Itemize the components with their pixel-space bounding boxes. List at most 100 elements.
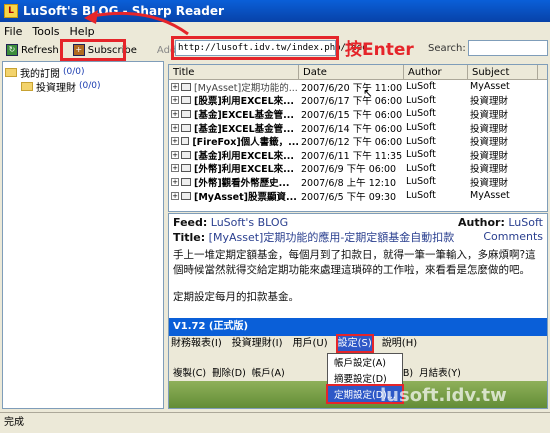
article-paragraph: 定期設定每月的扣款基金。 xyxy=(173,291,299,303)
col-title[interactable]: Title xyxy=(169,65,299,79)
expand-icon[interactable]: + xyxy=(171,82,179,91)
folder-icon xyxy=(21,81,33,91)
expand-icon[interactable]: + xyxy=(171,96,179,105)
table-row[interactable]: + [FireFox]個人書籤，... 2007/6/12 下午 06:00 LuSo… xyxy=(169,134,547,148)
embed-tool: 複製(C) xyxy=(173,368,207,379)
table-row[interactable]: + [基金]利用EXCEL來... 2007/6/11 下午 11:35 LuSoft… xyxy=(169,148,547,162)
tree-root-count: (0/0) xyxy=(63,67,85,77)
row-subject: MyAsset xyxy=(470,81,510,93)
envelope-icon xyxy=(181,177,191,186)
row-subject: 投資理財 xyxy=(470,150,509,162)
tree-root[interactable]: 我的訂閱 (0/0) xyxy=(5,65,163,80)
tree-item-count: (0/0) xyxy=(79,81,101,91)
tree-item-investment[interactable]: 投資理財 (0/0) xyxy=(21,79,163,94)
row-title-cell: + [基金]EXCEL基金管... xyxy=(169,107,299,121)
envelope-icon xyxy=(181,150,191,159)
author-name: LuSoft xyxy=(508,216,543,229)
row-title: [基金]利用EXCEL來... xyxy=(194,150,295,162)
row-title: [外幣]觀看外幣歷史... xyxy=(194,177,290,189)
row-title: [MyAsset]定期功能的... xyxy=(194,82,298,94)
table-row[interactable]: + [股票]利用EXCEL來... 2007/6/17 下午 06:00 LuSoft… xyxy=(169,93,547,108)
table-row[interactable]: + [MyAsset]股票顯資... 2007/6/5 下午 09:30 LuSoft… xyxy=(169,189,547,203)
row-subject: 投資理財 xyxy=(470,96,509,108)
article-list: Title Date Author Subject + [MyAsset]定期功能… xyxy=(168,64,548,212)
row-title: [外幣]利用EXCEL來... xyxy=(194,164,295,176)
row-title-cell: + [FireFox]個人書籤，... xyxy=(169,134,299,148)
expand-icon[interactable]: + xyxy=(171,164,179,173)
refresh-button[interactable]: ↻ Refresh xyxy=(6,44,59,56)
envelope-icon xyxy=(181,96,191,105)
row-title-cell: + [股票]利用EXCEL來... xyxy=(169,93,299,107)
expand-icon[interactable]: + xyxy=(171,123,179,132)
comments-link[interactable]: Comments xyxy=(483,230,543,243)
popup-item: 帳戶設定(A) xyxy=(334,358,386,369)
embed-tool: 刪除(D) xyxy=(212,368,246,379)
envelope-icon xyxy=(181,191,191,200)
table-row[interactable]: + [基金]EXCEL基金管... 2007/6/15 下午 06:00 LuSoft… xyxy=(169,107,547,121)
envelope-icon xyxy=(181,164,191,173)
row-date: 2007/6/11 下午 11:35 xyxy=(301,150,403,162)
menu-tools[interactable]: Tools xyxy=(32,25,59,38)
status-bar: 完成 xyxy=(0,412,550,433)
refresh-label: Refresh xyxy=(21,44,59,56)
menu-file[interactable]: File xyxy=(4,25,22,38)
annotation-arrow xyxy=(84,10,189,36)
col-date[interactable]: Date xyxy=(299,65,404,79)
row-date: 2007/6/20 下午 11:00 xyxy=(301,82,403,94)
row-title-cell: + [基金]利用EXCEL來... xyxy=(169,148,299,162)
row-title: [MyAsset]股票顯資... xyxy=(194,191,297,203)
row-subject: 投資理財 xyxy=(470,164,509,176)
row-title-cell: + [外幣]觀看外幣歷史... xyxy=(169,175,299,189)
row-subject: 投資理財 xyxy=(470,109,509,121)
table-row[interactable]: + [基金]EXCEL基金管... 2007/6/14 下午 06:00 LuSoft… xyxy=(169,121,547,135)
table-row[interactable]: + [外幣]利用EXCEL來... 2007/6/9 下午 06:00 LuSoft 投… xyxy=(169,161,547,176)
expand-icon[interactable]: + xyxy=(171,109,179,118)
embed-menu-item: 設定(S) xyxy=(335,334,374,353)
row-author: LuSoft xyxy=(406,176,436,188)
author-label: Author: xyxy=(458,216,505,229)
annotation-label: 按Enter xyxy=(345,40,414,60)
row-date: 2007/6/15 下午 06:00 xyxy=(301,109,403,121)
embed-tool: 帳戶(A) xyxy=(251,368,285,379)
highlight-subscribe xyxy=(60,39,126,61)
embed-menu-item: 用戶(U) xyxy=(292,338,328,349)
app-icon: L xyxy=(4,4,18,18)
row-author: LuSoft xyxy=(406,81,436,93)
title-label: Title: xyxy=(173,231,206,244)
article-paragraph: 手上一堆定期定額基金，每個月到了扣款日，就得一筆一筆輸入，多麻煩啊?這個時候當然… xyxy=(173,249,536,276)
col-author[interactable]: Author xyxy=(404,65,468,79)
table-row[interactable]: + [MyAsset]定期功能的... 2007/6/20 下午 11:00 LuSo… xyxy=(169,80,547,94)
search-label: Search: xyxy=(428,43,466,54)
row-title-cell: + [MyAsset]定期功能的... xyxy=(169,80,299,94)
row-title-cell: + [MyAsset]股票顯資... xyxy=(169,189,299,203)
row-author: LuSoft xyxy=(406,108,436,120)
expand-icon[interactable]: + xyxy=(171,177,179,186)
row-date: 2007/6/9 下午 06:00 xyxy=(301,164,397,176)
embed-menu-item: 投資理財(I) xyxy=(231,338,283,349)
row-date: 2007/6/12 下午 06:00 xyxy=(301,137,403,149)
article-body: 手上一堆定期定額基金，每個月到了扣款日，就得一筆一筆輸入，多麻煩啊?這個時候當然… xyxy=(169,244,547,309)
mouse-cursor-icon: ↖ xyxy=(363,86,374,100)
envelope-icon xyxy=(181,82,191,91)
watermark: lusoft.idv.tw xyxy=(380,385,507,406)
row-author: LuSoft xyxy=(406,94,436,106)
table-row[interactable]: + [外幣]觀看外幣歷史... 2007/6/8 上午 12:10 LuSoft 投資理… xyxy=(169,175,547,189)
embed-menubar: 財務報表(I) 投資理財(I) 用戶(U) 設定(S) 說明(H) xyxy=(169,334,547,353)
row-title-cell: + [外幣]利用EXCEL來... xyxy=(169,161,299,175)
row-title: [FireFox]個人書籤，... xyxy=(192,137,299,149)
row-author: LuSoft xyxy=(406,162,436,174)
row-author: LuSoft xyxy=(406,135,436,147)
row-date: 2007/6/17 下午 06:00 xyxy=(301,96,403,108)
row-title: [基金]EXCEL基金管... xyxy=(194,123,295,135)
expand-icon[interactable]: + xyxy=(171,137,179,146)
col-subject[interactable]: Subject xyxy=(468,65,538,79)
expand-icon[interactable]: + xyxy=(171,150,179,159)
embed-titlebar: V1.72 (正式版) xyxy=(169,318,547,336)
row-title: [基金]EXCEL基金管... xyxy=(194,109,295,121)
expand-icon[interactable]: + xyxy=(171,191,179,200)
embed-tool: 月結表(Y) xyxy=(419,368,461,379)
feed-label: Feed: xyxy=(173,216,208,229)
list-header: Title Date Author Subject xyxy=(169,65,547,80)
search-input[interactable] xyxy=(468,40,548,56)
row-subject: MyAsset xyxy=(470,190,510,202)
